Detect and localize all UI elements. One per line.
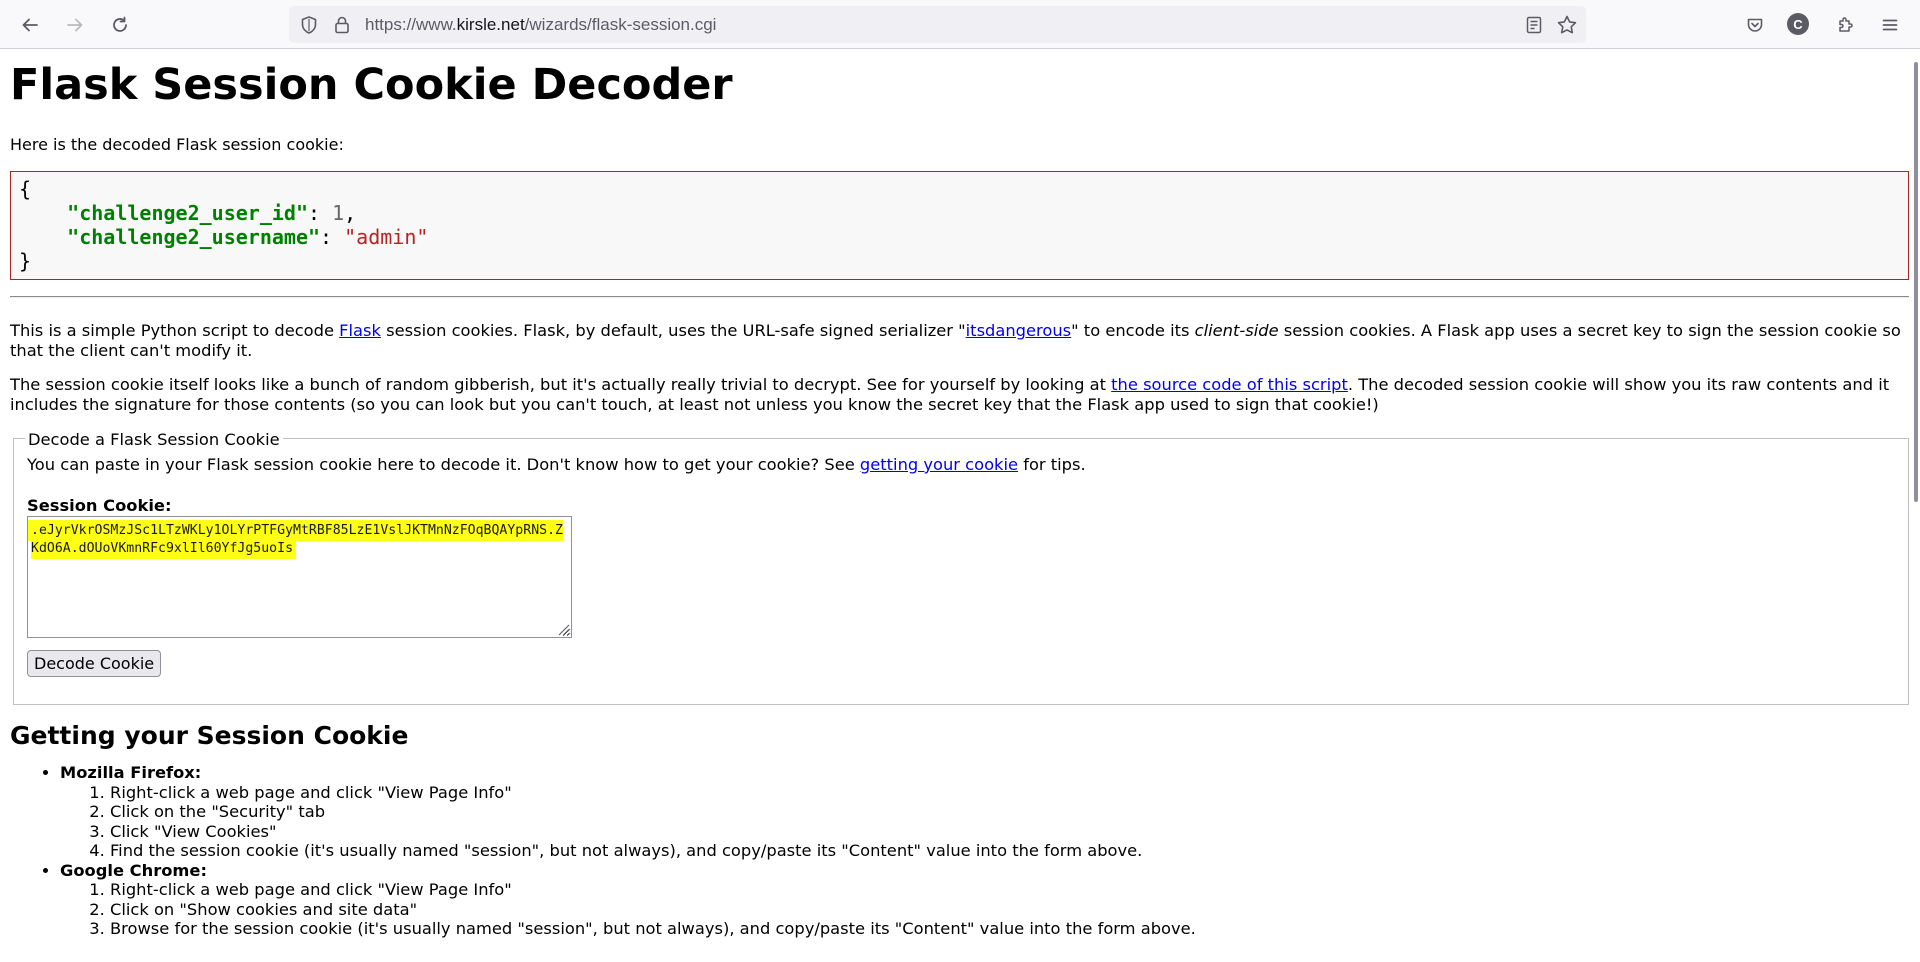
itsdangerous-link[interactable]: itsdangerous — [966, 321, 1071, 340]
steps-list: Right-click a web page and click "View P… — [60, 880, 1196, 939]
account-avatar-icon[interactable]: C — [1787, 13, 1809, 35]
browser-toolbar: https://www.kirsle.net/wizards/flask-ses… — [0, 0, 1920, 49]
session-cookie-label: Session Cookie: — [27, 496, 172, 515]
source-code-link[interactable]: the source code of this script — [1111, 375, 1348, 394]
menu-icon[interactable] — [1875, 10, 1905, 40]
step-item: Click on the "Security" tab — [110, 802, 1196, 822]
json-row: "challenge2_username": "admin" — [19, 225, 1900, 249]
json-close-brace: } — [19, 249, 32, 273]
divider — [10, 296, 1909, 298]
back-icon[interactable] — [15, 10, 45, 40]
cookie-value: .eJyrVkrOSMzJSc1LTzWKLy1OLYrPTFGyMtRBF85… — [31, 523, 563, 556]
shield-icon[interactable] — [299, 15, 319, 35]
step-item: Click "View Cookies" — [110, 822, 1196, 842]
decoded-intro: Here is the decoded Flask session cookie… — [10, 135, 344, 154]
pocket-icon[interactable] — [1740, 10, 1770, 40]
json-row: "challenge2_user_id": 1, — [19, 201, 1900, 225]
json-trailing-comma: , — [344, 201, 357, 225]
list-item: Mozilla Firefox: Right-click a web page … — [60, 763, 1196, 861]
bookmark-star-icon[interactable] — [1556, 14, 1578, 36]
explanation-paragraph: The session cookie itself looks like a b… — [10, 375, 1910, 414]
reload-icon[interactable] — [105, 10, 135, 40]
decoded-json-output: { "challenge2_user_id": 1, "challenge2_u… — [10, 171, 1909, 280]
json-separator: : — [308, 201, 333, 225]
browser-name: Google Chrome: — [60, 860, 207, 880]
tip-text: for tips. — [1018, 455, 1086, 474]
reader-view-icon[interactable] — [1524, 15, 1544, 35]
para-text: session cookies. Flask, by default, uses… — [380, 321, 966, 340]
url-text[interactable]: https://www.kirsle.net/wizards/flask-ses… — [365, 15, 716, 35]
json-key: "challenge2_username" — [67, 225, 321, 249]
browser-name: Mozilla Firefox: — [60, 763, 202, 782]
lock-icon[interactable] — [333, 15, 351, 35]
session-cookie-textarea[interactable]: .eJyrVkrOSMzJSc1LTzWKLy1OLYrPTFGyMtRBF85… — [27, 516, 572, 638]
tip-text: You can paste in your Flask session cook… — [27, 455, 860, 474]
resize-grip-icon[interactable] — [554, 620, 570, 636]
page-title: Flask Session Cookie Decoder — [10, 60, 733, 110]
json-key: "challenge2_user_id" — [67, 201, 308, 225]
list-item: Google Chrome: Right-click a web page an… — [60, 861, 1196, 939]
url-path: /wizards/flask-session.cgi — [524, 15, 717, 34]
url-prefix: https://www. — [365, 15, 457, 34]
json-value: 1 — [332, 201, 345, 225]
description-paragraph: This is a simple Python script to decode… — [10, 321, 1910, 360]
json-separator: : — [320, 225, 345, 249]
step-item: Find the session cookie (it's usually na… — [110, 841, 1196, 861]
form-legend: Decode a Flask Session Cookie — [25, 430, 283, 449]
para-emphasis: client-side — [1194, 321, 1279, 340]
form-tip: You can paste in your Flask session cook… — [27, 455, 1086, 474]
json-open-brace: { — [19, 177, 32, 201]
para-text: " to encode its — [1071, 321, 1195, 340]
para-text: The session cookie itself looks like a b… — [10, 375, 1112, 394]
page-scrollbar[interactable] — [1914, 62, 1918, 502]
url-bar[interactable]: https://www.kirsle.net/wizards/flask-ses… — [289, 6, 1586, 43]
para-text: This is a simple Python script to decode — [10, 321, 340, 340]
flask-link[interactable]: Flask — [339, 321, 381, 340]
extensions-icon[interactable] — [1830, 10, 1860, 40]
step-item: Right-click a web page and click "View P… — [110, 783, 1196, 803]
help-heading: Getting your Session Cookie — [10, 721, 409, 750]
getting-cookie-link[interactable]: getting your cookie — [860, 455, 1018, 474]
steps-list: Right-click a web page and click "View P… — [60, 783, 1196, 861]
step-item: Browse for the session cookie (it's usua… — [110, 919, 1196, 939]
step-item: Click on "Show cookies and site data" — [110, 900, 1196, 920]
url-host: kirsle.net — [456, 15, 525, 34]
browser-instructions: Mozilla Firefox: Right-click a web page … — [10, 763, 1196, 939]
decode-cookie-button[interactable]: Decode Cookie — [27, 650, 162, 677]
step-item: Right-click a web page and click "View P… — [110, 880, 1196, 900]
forward-icon[interactable] — [60, 10, 90, 40]
json-value: "admin" — [344, 225, 429, 249]
